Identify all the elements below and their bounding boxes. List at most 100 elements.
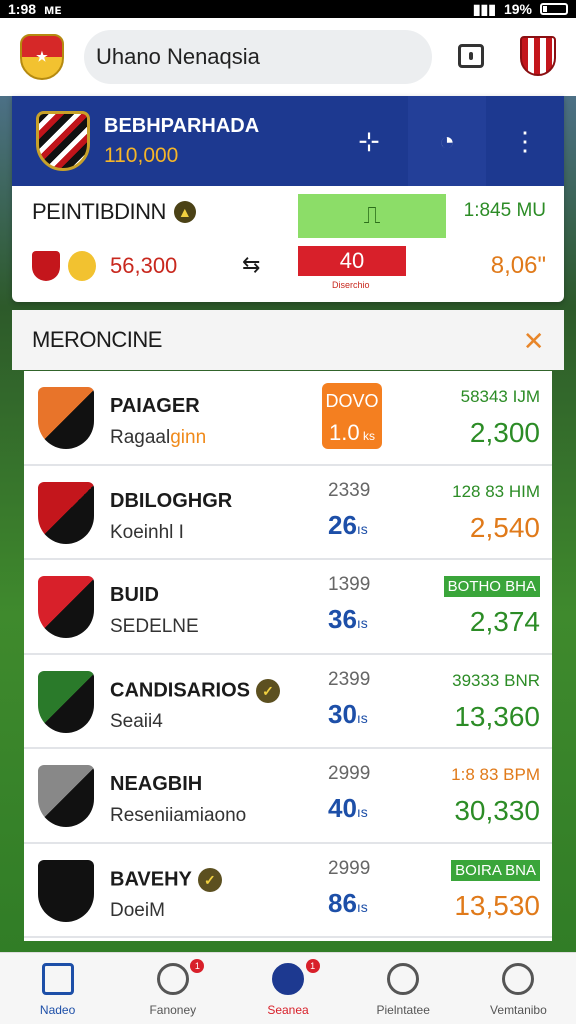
status-bar: 1:98 ᴍᴇ ▮▮▮ 19% (0, 0, 576, 18)
chart-icon (387, 963, 420, 995)
player-top-right: BOIRA BNA (451, 859, 540, 881)
nav-item[interactable]: 1 Fanoney (115, 953, 230, 1024)
player-stat: 2999 (328, 763, 371, 784)
notification-badge: 1 (305, 959, 320, 973)
player-name: BUID (110, 584, 159, 607)
nav-item[interactable]: Pielntatee (346, 953, 461, 1024)
filter-icon[interactable]: ⊹ (330, 96, 408, 186)
player-age-value: 86 (328, 887, 357, 918)
player-value: 13,360 (454, 700, 540, 732)
status-icons: ᴍᴇ (44, 1, 62, 17)
profile-club-icon[interactable] (520, 36, 556, 76)
team-name: BEBHPARHADA (104, 114, 260, 137)
list-item[interactable]: DBILOGHGR Koeinhl I 2339 26ıs 128 83 HIM 2,54… (24, 466, 552, 560)
list-item[interactable]: PAIAGER Ragaalginn DOVO 1.0 ks 58343 IJM 2,30… (24, 371, 552, 466)
player-age-value: 26 (328, 509, 357, 540)
player-age-value: 40 (328, 793, 357, 823)
nav-item[interactable]: 1 Seanea (230, 953, 345, 1024)
team-value: 110,000 (104, 143, 179, 167)
app-bar: ★ Uhano Nenaqsia (0, 18, 576, 96)
app-logo[interactable]: ★ (20, 34, 64, 80)
notification-badge: 1 (190, 959, 205, 973)
team-panel: BEBHPARHADA 110,000 ⊹ ◔ ⋮ PEINTIBDINN ▲ … (12, 96, 564, 302)
badge-number: 1.0 (329, 420, 360, 445)
player-name-text: PAIAGER (110, 395, 200, 417)
player-value: 30,330 (454, 795, 540, 826)
signal-icon: ▮▮▮ (472, 0, 496, 17)
check-icon: ✓ (256, 678, 281, 703)
player-age-unit: ıs (356, 615, 368, 631)
home-icon (41, 963, 74, 995)
player-stat: 1399 (328, 574, 371, 595)
player-name: BAVEHY ✓ (110, 867, 222, 892)
list-item[interactable]: BAVEHY ✓ DoeiM 2999 86ıs BOIRA BNA 13,530 (24, 844, 552, 938)
close-icon[interactable]: ✕ (523, 326, 545, 357)
player-sub-text: Reseniiamiaono (110, 805, 247, 826)
player-name-text: BAVEHY (110, 867, 192, 890)
player-age: 26ıs (328, 510, 368, 541)
player-age-unit: ıs (356, 520, 368, 537)
player-sub: Seaii4 (110, 711, 163, 733)
player-age-unit: ıs (356, 804, 368, 820)
nav-label: Vemtanibo (490, 1003, 547, 1017)
player-sub-text: SEDELNE (110, 616, 199, 637)
player-sub-text: Seaii4 (110, 710, 163, 732)
list-header: MERONCINE ✕ (12, 310, 564, 370)
message-icon[interactable] (458, 44, 484, 68)
player-name-text: NEAGBIH (110, 773, 203, 795)
search-input[interactable]: Uhano Nenaqsia (84, 30, 432, 84)
user-icon (502, 963, 535, 995)
player-age: 36ıs (328, 604, 368, 635)
player-name: NEAGBIH (110, 773, 202, 796)
nav-item[interactable]: Vemtanibo (461, 953, 576, 1024)
player-value: 2,300 (469, 417, 540, 448)
list-title: MERONCINE (32, 327, 162, 352)
player-badge-icon (38, 481, 94, 544)
swap-icon[interactable]: ⇆ (242, 252, 260, 278)
player-value: 13,530 (454, 889, 540, 921)
nav-item[interactable]: Nadeo (0, 953, 115, 1024)
team-banner: BEBHPARHADA 110,000 ⊹ ◔ ⋮ (12, 96, 564, 186)
score-box[interactable]: 40 (298, 246, 406, 276)
list-item[interactable]: NEAGBIH Reseniiamiaono 2999 40ıs 1:8 83 BPM 3… (24, 749, 552, 844)
player-age: 30ıs (328, 699, 368, 730)
player-stat: 2339 (328, 479, 371, 501)
boot-button[interactable]: ⎍ (298, 194, 446, 238)
player-badge-icon (38, 670, 94, 733)
player-badge-icon (38, 765, 94, 827)
nav-label: Fanoney (149, 1003, 197, 1017)
player-stat: 2999 (328, 857, 371, 879)
player-sub-text: Koeinhl I (110, 521, 184, 543)
chat-icon[interactable]: ◔ (408, 96, 486, 186)
nav-label: Seanea (267, 1003, 309, 1017)
player-top-right: 128 83 HIM (452, 481, 540, 501)
player-name-text: BUID (110, 584, 159, 606)
bottom-nav: Nadeo 1 Fanoney 1 Seanea Pielntatee Vemtanibo (0, 952, 576, 1024)
more-icon[interactable]: ⋮ (486, 96, 564, 186)
list-item[interactable]: BUID SEDELNE 1399 36ıs BOTHO BHA 2,374 (24, 560, 552, 655)
player-age: 86ıs (328, 888, 368, 919)
player-top-right: BOTHO BHA (443, 576, 540, 597)
player-name: PAIAGER (110, 395, 200, 418)
away-badge-icon (68, 251, 96, 281)
player-age-unit: ıs (356, 898, 368, 915)
primary-values: 56,300 ⇆ 40 Diserchio 8,06" (12, 238, 564, 294)
score-sub: Diserchio (332, 280, 370, 290)
player-badge-icon (38, 387, 94, 449)
player-age-value: 30 (328, 698, 357, 729)
player-sub: Koeinhl I (110, 522, 184, 544)
player-name: CANDISARIOS ✓ (110, 678, 281, 703)
primary-right-value: 8,06" (490, 252, 546, 279)
player-name-text: CANDISARIOS (110, 678, 251, 701)
player-age: 40ıs (328, 793, 368, 824)
player-value: 2,540 (469, 511, 540, 543)
rating-badge[interactable]: DOVO 1.0 ks (322, 383, 382, 449)
player-top-right: 58343 IJM (460, 387, 540, 406)
primary-time: 1:845 MU (463, 200, 546, 221)
list-item[interactable]: CANDISARIOS ✓ Seaii4 2399 30ıs 39333 BNR 13,36… (24, 655, 552, 749)
player-badge-icon (38, 859, 94, 922)
player-name: DBILOGHGR (110, 490, 232, 513)
player-sub-text: DoeiM (110, 899, 165, 921)
player-sub-highlight: ginn (170, 427, 207, 448)
coin-icon: ▲ (173, 201, 196, 223)
